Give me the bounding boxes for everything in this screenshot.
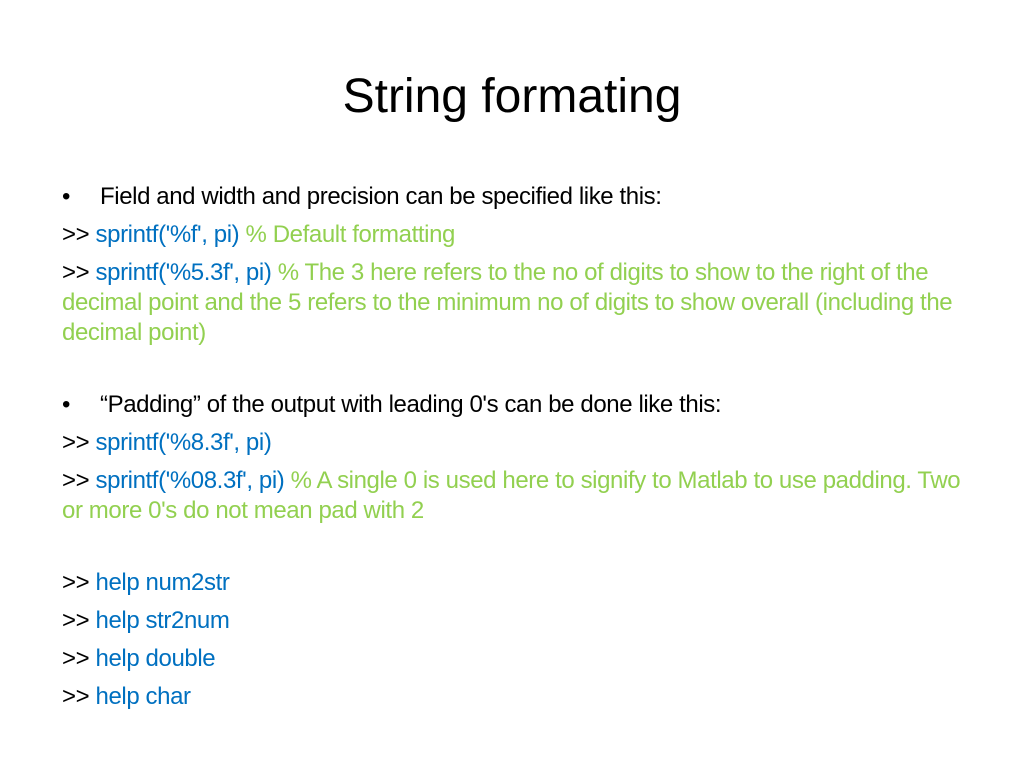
bullet-text: Field and width and precision can be spe… xyxy=(100,183,662,210)
bullet-text: “Padding” of the output with leading 0's… xyxy=(100,391,722,418)
code: sprintf('%f', pi) xyxy=(95,221,240,248)
code: sprintf('%5.3f', pi) xyxy=(95,259,272,286)
command-line: >> sprintf('%5.3f', pi) % The 3 here ref… xyxy=(62,258,962,348)
command-line: >> sprintf('%f', pi) % Default formattin… xyxy=(62,216,962,254)
command-line: >> sprintf('%08.3f', pi) % A single 0 is… xyxy=(62,466,962,526)
help-command: >> help char xyxy=(62,678,962,716)
bullet-field-width-precision: • Field and width and precision can be s… xyxy=(62,178,962,216)
command-line: >> sprintf('%8.3f', pi) xyxy=(62,424,962,462)
prompt: >> xyxy=(62,429,90,456)
slide-content: • Field and width and precision can be s… xyxy=(62,178,962,716)
prompt: >> xyxy=(62,607,90,634)
code: help double xyxy=(95,645,216,672)
code: help num2str xyxy=(95,569,230,596)
help-command: >> help double xyxy=(62,640,962,678)
code: sprintf('%08.3f', pi) xyxy=(95,467,285,494)
prompt: >> xyxy=(62,645,90,672)
prompt: >> xyxy=(62,259,90,286)
prompt: >> xyxy=(62,683,90,710)
slide-title: String formating xyxy=(342,70,682,123)
prompt: >> xyxy=(62,221,90,248)
code: help char xyxy=(95,683,192,710)
prompt: >> xyxy=(62,569,90,596)
comment: % Default formatting xyxy=(245,221,456,248)
prompt: >> xyxy=(62,467,90,494)
bullet-icon: • xyxy=(62,391,71,418)
bullet-icon: • xyxy=(62,183,71,210)
code: help str2num xyxy=(95,607,230,634)
help-command: >> help str2num xyxy=(62,602,962,640)
code: sprintf('%8.3f', pi) xyxy=(95,429,272,456)
help-command: >> help num2str xyxy=(62,564,962,602)
bullet-padding: • “Padding” of the output with leading 0… xyxy=(62,386,962,424)
